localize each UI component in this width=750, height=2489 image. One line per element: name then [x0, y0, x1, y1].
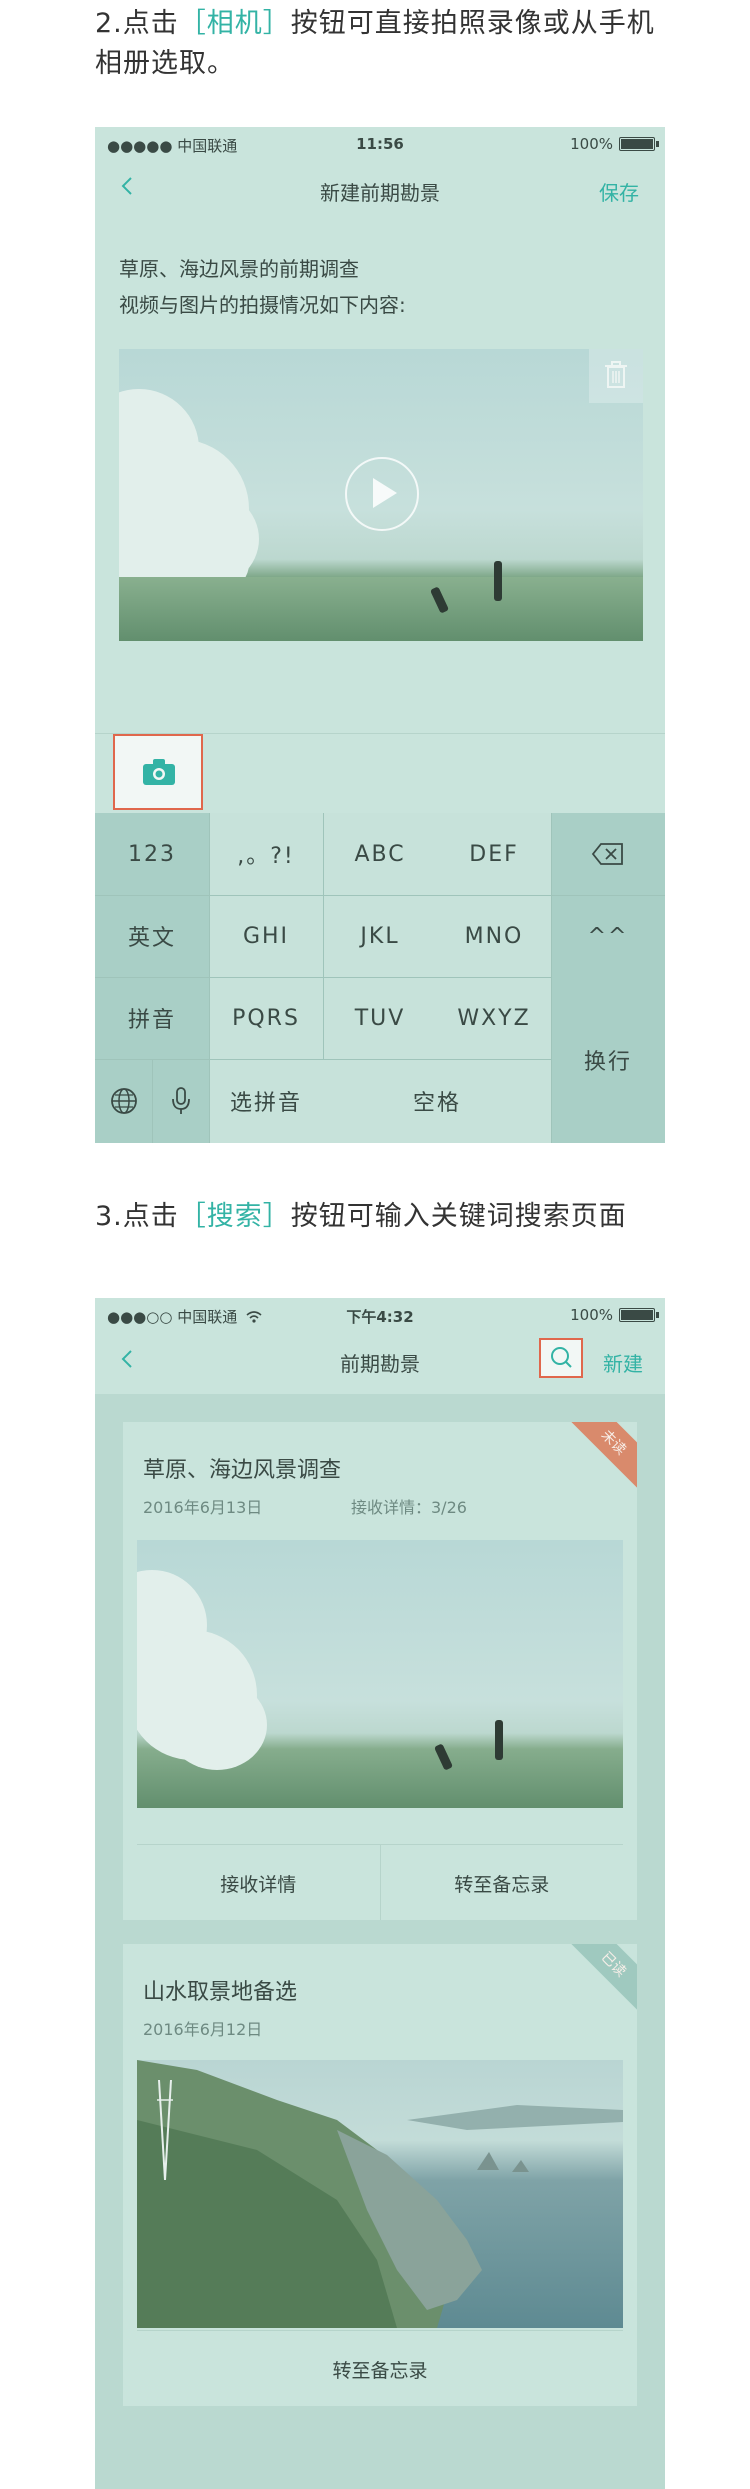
page-title: 新建前期勘景	[320, 181, 440, 205]
key-123[interactable]: 123	[95, 813, 209, 895]
key-jkl[interactable]: JKL	[323, 895, 437, 977]
pinyin-keyboard: 123 英文 拼音 ,。?! ABC DEF GHI JKL MNO PQRS …	[95, 813, 665, 1143]
step3-caption: 3.点击［搜索］按钮可输入关键词搜索页面	[95, 1201, 627, 1232]
key-def[interactable]: DEF	[437, 813, 551, 895]
status-badge: 已读	[563, 1944, 637, 2015]
video-thumbnail[interactable]	[119, 349, 643, 641]
note-text[interactable]: 草原、海边风景的前期调查 视频与图片的拍摄情况如下内容:	[119, 251, 406, 323]
card-date: 2016年6月13日	[143, 1498, 263, 1517]
phone-new-survey-screen: ●●●●● 中国联通 11:56 100% 新建前期勘景 保存 草原、海边风景的…	[95, 127, 665, 1143]
card-title: 草原、海边风景调查	[143, 1458, 342, 1483]
camera-icon	[143, 759, 175, 785]
nav-bar: 新建前期勘景 保存	[95, 161, 665, 217]
save-button[interactable]: 保存	[599, 177, 639, 206]
nav-bar: 前期勘景 新建	[95, 1332, 665, 1388]
key-backspace[interactable]	[551, 813, 665, 895]
key-english[interactable]: 英文	[95, 895, 209, 977]
key-select-pinyin[interactable]: 选拼音	[209, 1059, 323, 1143]
battery-percent: 100%	[570, 135, 613, 153]
key-microphone[interactable]	[152, 1059, 209, 1143]
card-title: 山水取景地备选	[143, 1980, 298, 2005]
camera-keyword: ［相机］	[178, 8, 291, 39]
camera-button[interactable]	[113, 734, 203, 810]
key-pqrs[interactable]: PQRS	[209, 977, 323, 1059]
card-receive-info: 接收详情：3/26	[351, 1498, 467, 1517]
new-button[interactable]: 新建	[603, 1348, 643, 1377]
survey-card[interactable]: 已读 山水取景地备选 2016年6月12日 转至备忘录	[123, 1944, 637, 2406]
key-pinyin[interactable]: 拼音	[95, 977, 209, 1059]
battery-icon	[619, 1308, 659, 1322]
key-punctuation[interactable]: ,。?!	[209, 813, 323, 895]
key-globe[interactable]	[95, 1059, 152, 1143]
backspace-icon	[591, 843, 623, 865]
card-date: 2016年6月12日	[143, 2020, 263, 2039]
key-wxyz[interactable]: WXYZ	[437, 977, 551, 1059]
search-keyword: ［搜索］	[178, 1201, 291, 1232]
key-abc[interactable]: ABC	[323, 813, 437, 895]
receive-details-button[interactable]: 接收详情	[137, 1845, 380, 1920]
status-bar: ●●●○○ 中国联通 下午4:32 100%	[95, 1298, 665, 1332]
search-button[interactable]	[539, 1338, 583, 1378]
search-icon	[551, 1347, 572, 1368]
person-figure	[433, 1743, 454, 1771]
person-figure	[495, 1720, 503, 1760]
status-badge: 未读	[563, 1422, 637, 1493]
key-tuv[interactable]: TUV	[323, 977, 437, 1059]
step2-caption: 2.点击［相机］按钮可直接拍照录像或从手机 相册选取。	[95, 8, 655, 79]
card-photo	[137, 2060, 623, 2328]
coastal-cliff-scene	[137, 2060, 623, 2328]
card-actions: 转至备忘录	[137, 2330, 623, 2406]
key-space[interactable]: 空格	[323, 1059, 551, 1143]
status-bar: ●●●●● 中国联通 11:56 100%	[95, 127, 665, 161]
phone-survey-list-screen: ●●●○○ 中国联通 下午4:32 100% 前期勘景 新建 未读 草原、海边风…	[95, 1298, 665, 2489]
survey-card[interactable]: 未读 草原、海边风景调查 2016年6月13日 接收详情：3/26 接收详情 转…	[123, 1422, 637, 1920]
to-memo-button[interactable]: 转至备忘录	[379, 1845, 624, 1920]
play-icon[interactable]	[345, 457, 419, 531]
card-photo	[137, 1540, 623, 1808]
key-mno[interactable]: MNO	[437, 895, 551, 977]
to-memo-button[interactable]: 转至备忘录	[137, 2331, 623, 2406]
card-actions: 接收详情 转至备忘录	[137, 1844, 623, 1920]
battery-icon	[619, 137, 659, 151]
trash-icon[interactable]	[589, 349, 643, 403]
battery-percent: 100%	[570, 1306, 613, 1324]
microphone-icon	[171, 1087, 190, 1114]
key-emoticon[interactable]: ^^	[551, 895, 665, 977]
globe-icon	[110, 1088, 137, 1114]
person-figure	[494, 561, 502, 601]
key-enter[interactable]: 换行	[551, 977, 665, 1143]
key-ghi[interactable]: GHI	[209, 895, 323, 977]
